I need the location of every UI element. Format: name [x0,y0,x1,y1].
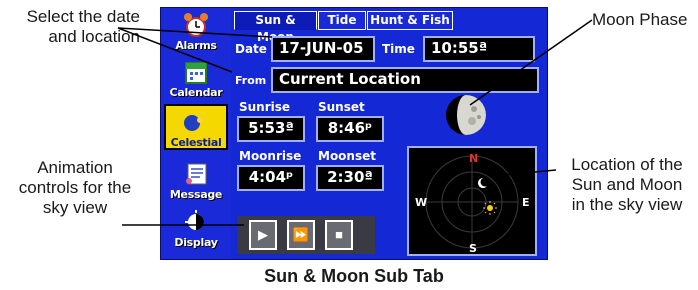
sidebar-item-alarms[interactable]: Alarms [164,9,228,55]
tab-sun-and-moon[interactable]: Sun & Moon [234,11,317,44]
sunset-label: Sunset [318,100,365,114]
sidebar: Alarms Calendar Celestial Message Displa… [161,8,231,259]
play-icon: ▶ [258,227,268,242]
sidebar-item-calendar[interactable]: Calendar [164,56,228,102]
calendar-icon [185,62,207,84]
play-button[interactable]: ▶ [249,220,277,250]
moon-position-icon [478,178,487,188]
moonset-value: 2:30ª [316,165,384,191]
device-screen: Alarms Calendar Celestial Message Displa… [160,7,548,260]
from-label: From [235,74,267,87]
sky-view: N S W E [407,146,537,256]
compass-north: N [469,152,478,165]
time-label: Time [382,42,415,56]
sidebar-item-label: Alarms [175,39,217,52]
moonset-label: Moonset [318,149,376,163]
sidebar-item-label: Calendar [169,86,223,99]
stop-button[interactable]: ■ [325,220,353,250]
compass-east: E [522,196,530,209]
location-field[interactable]: Current Location [271,67,539,93]
sidebar-item-label: Display [174,236,218,249]
display-icon [185,210,204,230]
alarm-clock-icon [184,13,208,37]
sunrise-label: Sunrise [239,100,291,114]
stop-icon: ■ [335,227,343,242]
sidebar-item-celestial[interactable]: Celestial [164,104,228,150]
callout-animation-controls: Animation controls for the sky view [18,158,132,217]
figure-caption: Sun & Moon Sub Tab [264,266,444,286]
sunset-value: 8:46ᵖ [316,116,384,142]
sidebar-item-label: Message [169,188,223,201]
compass-south: S [469,242,477,254]
moonrise-value: 4:04ᵖ [237,165,305,191]
callout-sky-location: Location of the Sun and Moon in the sky … [571,155,683,214]
sidebar-item-message[interactable]: Message [164,158,228,204]
sidebar-item-label: Celestial [170,136,222,149]
celestial-icon [184,113,208,134]
compass-west: W [415,196,427,209]
sidebar-item-display[interactable]: Display [164,206,228,252]
callout-moon-phase: Moon Phase [592,10,688,29]
tab-hunt-and-fish[interactable]: Hunt & Fish [367,11,453,30]
date-field[interactable]: 17-JUN-05 [271,36,375,62]
callout-select-date: Select the date and location [26,7,140,46]
time-field[interactable]: 10:55ª [423,36,535,62]
date-label: Date [235,42,267,56]
fast-forward-button[interactable]: ⏩ [287,220,315,250]
moonrise-label: Moonrise [239,149,302,163]
message-icon [186,163,207,185]
tab-tide[interactable]: Tide [318,11,366,30]
moon-phase-icon [446,95,486,135]
fast-forward-icon: ⏩ [292,227,310,242]
sky-view-chart: N S W E [415,152,530,255]
sunrise-value: 5:53ª [237,116,305,142]
